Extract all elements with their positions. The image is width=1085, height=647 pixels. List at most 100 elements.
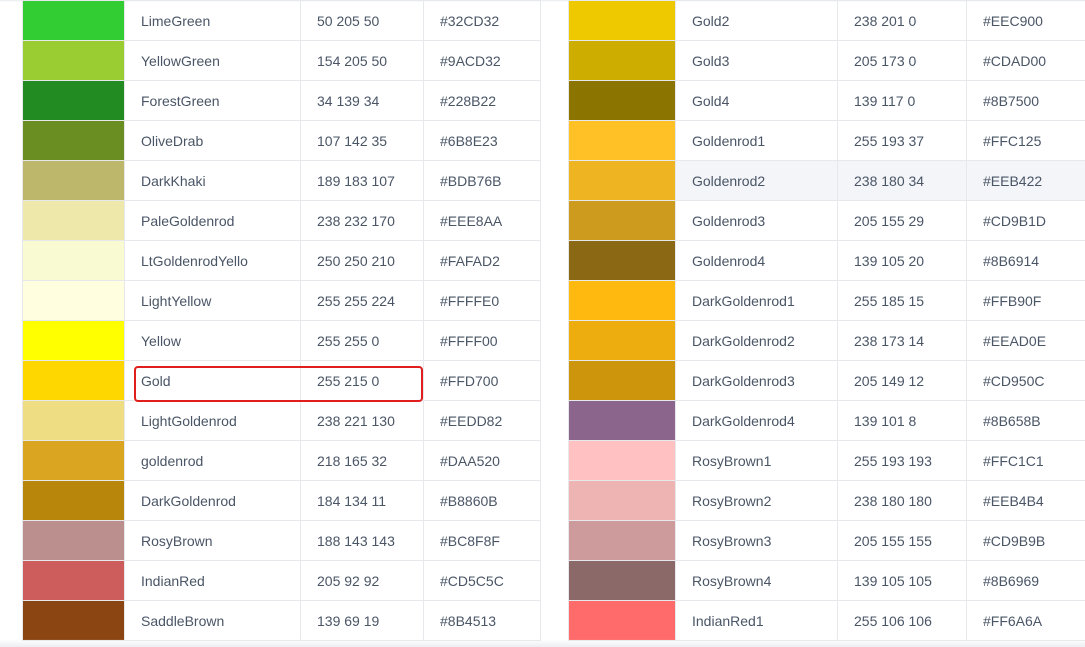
color-swatch bbox=[22, 80, 125, 121]
color-hex: #FFC125 bbox=[966, 120, 1085, 161]
color-rgb: 255 215 0 bbox=[300, 360, 424, 401]
color-name: DarkGoldenrod bbox=[124, 480, 301, 521]
color-hex: #8B6914 bbox=[966, 240, 1085, 281]
color-hex: #9ACD32 bbox=[423, 40, 541, 81]
color-rgb: 139 69 19 bbox=[300, 600, 424, 641]
color-name: DarkGoldenrod1 bbox=[675, 280, 838, 321]
color-hex: #BC8F8F bbox=[423, 520, 541, 561]
color-row: DarkGoldenrod2 238 173 14 #EEAD0E bbox=[568, 320, 1085, 361]
color-row: LightGoldenrod 238 221 130 #EEDD82 bbox=[22, 400, 541, 441]
color-row: ForestGreen 34 139 34 #228B22 bbox=[22, 80, 541, 121]
color-swatch bbox=[22, 120, 125, 161]
color-hex: #8B4513 bbox=[423, 600, 541, 641]
color-name: RosyBrown2 bbox=[675, 480, 838, 521]
color-row: Goldenrod2 238 180 34 #EEB422 bbox=[568, 160, 1085, 201]
color-swatch bbox=[568, 200, 676, 241]
color-swatch bbox=[22, 520, 125, 561]
color-row: RosyBrown3 205 155 155 #CD9B9B bbox=[568, 520, 1085, 561]
color-name: DarkGoldenrod4 bbox=[675, 400, 838, 441]
color-swatch bbox=[22, 240, 125, 281]
color-swatch bbox=[568, 320, 676, 361]
color-rgb: 139 105 20 bbox=[837, 240, 967, 281]
color-row: IndianRed 205 92 92 #CD5C5C bbox=[22, 560, 541, 601]
color-swatch bbox=[568, 520, 676, 561]
color-row: LightYellow 255 255 224 #FFFFE0 bbox=[22, 280, 541, 321]
color-swatch bbox=[568, 40, 676, 81]
color-hex: #BDB76B bbox=[423, 160, 541, 201]
color-row: Gold 255 215 0 #FFD700 bbox=[22, 360, 541, 401]
color-rgb: 205 92 92 bbox=[300, 560, 424, 601]
color-swatch bbox=[22, 160, 125, 201]
color-name: RosyBrown4 bbox=[675, 560, 838, 601]
color-name: Gold bbox=[124, 360, 301, 401]
color-hex: #FFFF00 bbox=[423, 320, 541, 361]
color-rgb: 189 183 107 bbox=[300, 160, 424, 201]
color-row: Gold3 205 173 0 #CDAD00 bbox=[568, 40, 1085, 81]
color-name: IndianRed1 bbox=[675, 600, 838, 641]
color-hex: #FFD700 bbox=[423, 360, 541, 401]
color-swatch bbox=[22, 200, 125, 241]
color-hex: #DAA520 bbox=[423, 440, 541, 481]
color-rgb: 139 101 8 bbox=[837, 400, 967, 441]
color-swatch bbox=[568, 600, 676, 641]
color-swatch bbox=[22, 560, 125, 601]
color-name: goldenrod bbox=[124, 440, 301, 481]
color-name: RosyBrown bbox=[124, 520, 301, 561]
color-row: YellowGreen 154 205 50 #9ACD32 bbox=[22, 40, 541, 81]
color-swatch bbox=[22, 40, 125, 81]
color-swatch bbox=[568, 280, 676, 321]
color-swatch bbox=[568, 360, 676, 401]
color-hex: #CD9B9B bbox=[966, 520, 1085, 561]
color-row: RosyBrown1 255 193 193 #FFC1C1 bbox=[568, 440, 1085, 481]
color-name: Goldenrod1 bbox=[675, 120, 838, 161]
color-row: RosyBrown 188 143 143 #BC8F8F bbox=[22, 520, 541, 561]
color-row: DarkGoldenrod4 139 101 8 #8B658B bbox=[568, 400, 1085, 441]
color-row: OliveDrab 107 142 35 #6B8E23 bbox=[22, 120, 541, 161]
color-hex: #EEB422 bbox=[966, 160, 1085, 201]
color-row: Gold4 139 117 0 #8B7500 bbox=[568, 80, 1085, 121]
color-hex: #FFFFE0 bbox=[423, 280, 541, 321]
color-name: PaleGoldenrod bbox=[124, 200, 301, 241]
color-table-right-body: Gold2 238 201 0 #EEC900 Gold3 205 173 0 #CDAD… bbox=[568, 0, 1085, 641]
color-rgb: 205 173 0 bbox=[837, 40, 967, 81]
color-swatch bbox=[22, 360, 125, 401]
color-rgb: 255 255 0 bbox=[300, 320, 424, 361]
color-rgb: 139 117 0 bbox=[837, 80, 967, 121]
color-hex: #FF6A6A bbox=[966, 600, 1085, 641]
color-table-left: LimeGreen 50 205 50 #32CD32 YellowGreen 154 … bbox=[22, 0, 541, 641]
color-row: Gold2 238 201 0 #EEC900 bbox=[568, 0, 1085, 41]
color-hex: #CDAD00 bbox=[966, 40, 1085, 81]
color-row: Goldenrod4 139 105 20 #8B6914 bbox=[568, 240, 1085, 281]
color-row: DarkKhaki 189 183 107 #BDB76B bbox=[22, 160, 541, 201]
color-hex: #EEB4B4 bbox=[966, 480, 1085, 521]
color-hex: #EEAD0E bbox=[966, 320, 1085, 361]
color-name: YellowGreen bbox=[124, 40, 301, 81]
color-name: OliveDrab bbox=[124, 120, 301, 161]
color-rgb: 188 143 143 bbox=[300, 520, 424, 561]
color-name: DarkGoldenrod2 bbox=[675, 320, 838, 361]
color-hex: #CD950C bbox=[966, 360, 1085, 401]
color-hex: #CD5C5C bbox=[423, 560, 541, 601]
color-rgb: 50 205 50 bbox=[300, 0, 424, 41]
color-name: LightYellow bbox=[124, 280, 301, 321]
color-rgb: 154 205 50 bbox=[300, 40, 424, 81]
color-swatch bbox=[568, 560, 676, 601]
color-hex: #8B658B bbox=[966, 400, 1085, 441]
color-name: IndianRed bbox=[124, 560, 301, 601]
color-rgb: 34 139 34 bbox=[300, 80, 424, 121]
color-hex: #8B6969 bbox=[966, 560, 1085, 601]
color-swatch bbox=[568, 160, 676, 201]
color-hex: #FFB90F bbox=[966, 280, 1085, 321]
color-rgb: 238 173 14 bbox=[837, 320, 967, 361]
color-name: DarkGoldenrod3 bbox=[675, 360, 838, 401]
color-name: ForestGreen bbox=[124, 80, 301, 121]
color-name: Gold4 bbox=[675, 80, 838, 121]
color-name: Goldenrod4 bbox=[675, 240, 838, 281]
color-swatch bbox=[22, 0, 125, 41]
color-hex: #8B7500 bbox=[966, 80, 1085, 121]
color-row: goldenrod 218 165 32 #DAA520 bbox=[22, 440, 541, 481]
color-rgb: 238 180 180 bbox=[837, 480, 967, 521]
color-row: Yellow 255 255 0 #FFFF00 bbox=[22, 320, 541, 361]
color-hex: #B8860B bbox=[423, 480, 541, 521]
color-swatch bbox=[22, 440, 125, 481]
